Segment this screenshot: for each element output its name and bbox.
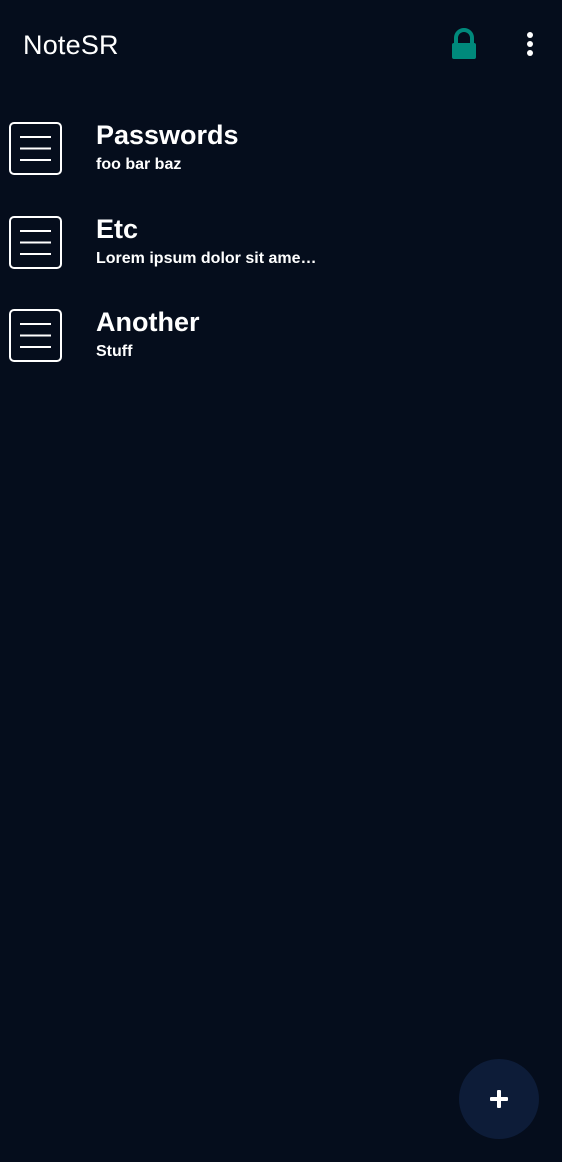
note-icon (9, 215, 62, 269)
note-list: Passwords foo bar baz Etc Lorem ipsum do… (0, 104, 562, 385)
plus-icon (490, 1090, 508, 1108)
note-item[interactable]: Another Stuff (0, 291, 562, 385)
note-subtitle: Stuff (96, 343, 133, 360)
lock-icon (452, 28, 476, 59)
note-icon (9, 309, 62, 362)
note-icon (9, 122, 62, 175)
note-subtitle: Lorem ipsum dolor sit ame… (96, 249, 317, 267)
note-title: Etc (96, 213, 139, 244)
note-title: Passwords (96, 120, 239, 150)
add-note-button[interactable] (459, 1059, 539, 1139)
app-bar: NoteSR (0, 0, 562, 92)
app-title: NoteSR (23, 30, 119, 60)
lock-button[interactable] (444, 24, 484, 68)
more-options-button[interactable] (514, 24, 546, 68)
note-title: Another (96, 307, 200, 337)
note-subtitle: foo bar baz (96, 156, 182, 173)
note-item[interactable]: Passwords foo bar baz (0, 104, 562, 198)
note-item[interactable]: Etc Lorem ipsum dolor sit ame… (0, 198, 562, 292)
more-vertical-icon (527, 32, 533, 56)
